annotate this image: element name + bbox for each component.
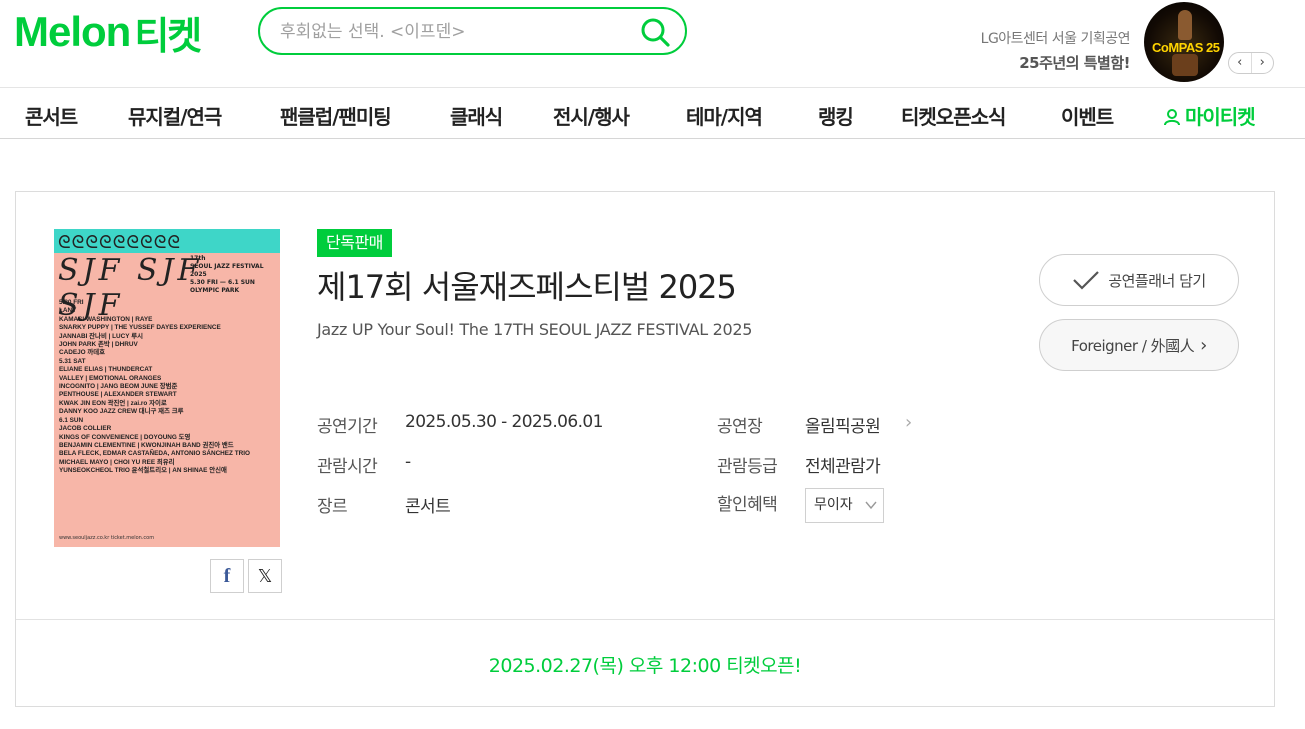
person-icon (1164, 109, 1180, 126)
venue-chevron-right-icon[interactable]: › (905, 412, 912, 433)
performance-poster[interactable]: ᘓᘓᘓᘓᘓᘓᘓᘓᘓ SJF SJF SJF 17th SEOUL JAZZ FE… (54, 229, 280, 547)
poster-loop-pattern: ᘓᘓᘓᘓᘓᘓᘓᘓᘓ (58, 232, 182, 253)
search-button[interactable] (639, 16, 671, 48)
logo-ticket-text: 티켓 (134, 13, 202, 58)
discount-select[interactable]: 무이자 (805, 488, 884, 523)
ticket-open-notice: 2025.02.27(목) 오후 12:00 티켓오픈! (488, 655, 802, 677)
nav-item-musical[interactable]: 뮤지컬/연극 (128, 101, 222, 130)
period-label: 공연기간 (317, 417, 378, 437)
nav-item-event[interactable]: 이벤트 (1061, 101, 1114, 130)
x-icon: 𝕏 (257, 565, 273, 587)
facebook-share-button[interactable]: f (210, 559, 244, 593)
nav-item-concert[interactable]: 콘서트 (25, 101, 78, 130)
promo-pager: ‹ › (1228, 52, 1274, 74)
promo-next-button[interactable]: › (1252, 53, 1274, 73)
promo-image-text: CoMPAS 25 (1152, 40, 1220, 55)
genre-value: 콘서트 (405, 497, 451, 517)
promo-banner-image[interactable]: CoMPAS 25 (1144, 2, 1224, 82)
facebook-icon: f (223, 564, 231, 587)
check-icon (1073, 271, 1100, 290)
nav-item-exhibition[interactable]: 전시/행사 (553, 101, 630, 130)
genre-label: 장르 (317, 497, 348, 517)
poster-festival-info: 17th SEOUL JAZZ FESTIVAL 2025 5.30 FRI —… (190, 255, 264, 294)
exclusive-sale-badge: 단독판매 (317, 229, 392, 257)
logo-melon-text: Melon (14, 8, 131, 55)
my-ticket-label: 마이티켓 (1185, 105, 1256, 129)
promo-banner-text[interactable]: LG아트센터 서울 기획공연 25주년의 특별함! (970, 28, 1131, 73)
x-share-button[interactable]: 𝕏 (248, 559, 282, 593)
performer-figure (1178, 10, 1192, 40)
rating-label: 관람등급 (717, 457, 778, 477)
section-divider (16, 619, 1274, 620)
nav-item-ticket-open[interactable]: 티켓오픈소식 (901, 101, 1006, 130)
promo-line-2: 25주년의 특별함! (1019, 54, 1130, 72)
chevron-right-icon: › (1200, 334, 1207, 356)
nav-item-theme-region[interactable]: 테마/지역 (686, 101, 763, 130)
venue-link[interactable]: 올림픽공원 (805, 412, 881, 437)
add-to-planner-label: 공연플래너 담기 (1108, 271, 1206, 290)
nav-item-ranking[interactable]: 랭킹 (818, 101, 854, 130)
poster-footer: www.seouljazz.co.kr ticket.melon.com (59, 535, 155, 541)
nav-item-my-ticket[interactable]: 마이티켓 (1163, 101, 1256, 130)
foreigner-button[interactable]: Foreigner / 外國人 › (1039, 319, 1239, 371)
foreigner-label: Foreigner / 外國人 (1071, 336, 1195, 355)
melon-ticket-logo[interactable]: Melon 티켓 (14, 8, 202, 58)
nav-item-fanclub[interactable]: 팬클럽/팬미팅 (280, 101, 392, 130)
main-nav: 콘서트 뮤지컬/연극 팬클럽/팬미팅 클래식 전시/행사 테마/지역 랭킹 티켓… (0, 89, 1305, 139)
running-time-value: - (405, 452, 411, 472)
nav-item-classic[interactable]: 클래식 (450, 101, 503, 130)
venue-label: 공연장 (717, 417, 763, 437)
chevron-down-icon (865, 489, 877, 535)
header: Melon 티켓 LG아트센터 서울 기획공연 25주년의 특별함! CoMPA… (0, 0, 1305, 88)
promo-line-1: LG아트센터 서울 기획공연 (980, 31, 1131, 47)
rating-value: 전체관람가 (805, 457, 881, 477)
promo-prev-button[interactable]: ‹ (1229, 53, 1252, 73)
share-buttons: f 𝕏 (210, 559, 282, 593)
running-time-label: 관람시간 (317, 457, 378, 477)
add-to-planner-button[interactable]: 공연플래너 담기 (1039, 254, 1239, 306)
performance-subtitle: Jazz UP Your Soul! The 17TH SEOUL JAZZ F… (317, 320, 753, 339)
search-icon (641, 18, 670, 47)
period-value: 2025.05.30 - 2025.06.01 (405, 412, 603, 432)
search-box (258, 7, 687, 55)
discount-label: 할인혜택 (717, 495, 778, 515)
search-input[interactable] (280, 19, 620, 45)
poster-lineup: 5.30 FRI LANY KAMASI WASHINGTON | RAYE S… (59, 299, 251, 475)
discount-select-value: 무이자 (814, 497, 853, 513)
performer-figure-body (1172, 54, 1198, 76)
performance-title: 제17회 서울재즈페스티벌 2025 (317, 268, 737, 306)
performance-detail-card: ᘓᘓᘓᘓᘓᘓᘓᘓᘓ SJF SJF SJF 17th SEOUL JAZZ FE… (15, 191, 1275, 707)
